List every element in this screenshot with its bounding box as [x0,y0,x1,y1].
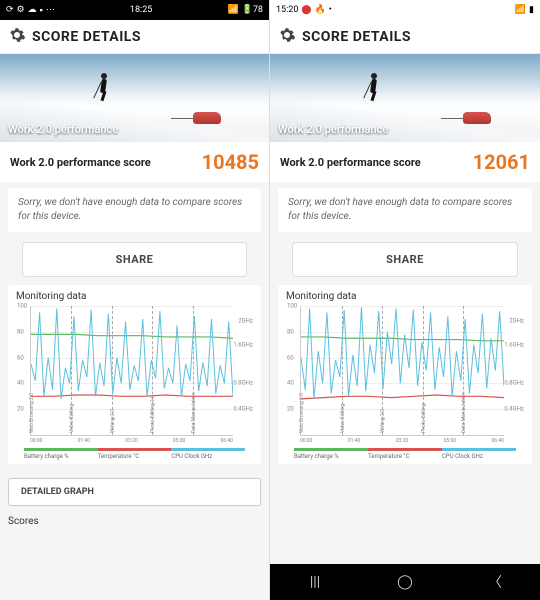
score-label: Work 2.0 performance score [280,156,421,169]
home-icon[interactable]: ◯ [393,574,417,590]
app-header: SCORE DETAILS [0,20,269,54]
hero-image: Work 2.0 performance [270,54,540,142]
cloud-icon: ☁ [28,5,37,15]
score-bar: Work 2.0 performance score 12061 [270,142,540,182]
android-navbar: ||| ◯ 〈 [270,564,540,600]
wifi-icon: 📶 [515,5,526,15]
clock: 15:20 [276,5,298,15]
monitoring-card: Monitoring data 204060801000.4GHz0.8GHz1… [8,285,261,464]
phone-right: 15:20 ⬤ 🔥 • 📶 ▮ SCORE DETAILS Work 2.0 p… [270,0,540,600]
app-header: SCORE DETAILS [270,20,540,54]
sync-icon: ⟳ [6,5,14,15]
monitoring-card: Monitoring data 204060801000.4GHz0.8GHz1… [278,285,532,464]
gear-icon[interactable] [8,26,26,48]
scores-heading: Scores [8,516,261,527]
more-icon: ⋯ [46,5,55,15]
share-button[interactable]: SHARE [22,242,247,277]
chart-legend: Battery charge %Temperature °CCPU Clock … [24,448,245,460]
info-message: Sorry, we don't have enough data to comp… [278,188,532,232]
page-title: SCORE DETAILS [32,29,141,45]
info-message: Sorry, we don't have enough data to comp… [8,188,261,232]
x-axis: 00:0001:4003:2005:0006:40 [30,438,233,444]
score-label: Work 2.0 performance score [10,156,151,169]
back-icon[interactable]: 〈 [483,572,507,592]
x-axis: 00:0001:4003:2005:0006:40 [300,438,504,444]
wifi-icon: 📶 [227,5,238,15]
settings-icon: ⚙ [17,5,25,15]
share-button[interactable]: SHARE [292,242,518,277]
hero-image: Work 2.0 performance [0,54,269,142]
app-icon: 🔥 [315,5,326,15]
hero-label: Work 2.0 performance [278,123,388,136]
chart-legend: Battery charge %Temperature °CCPU Clock … [294,448,516,460]
status-bar: 15:20 ⬤ 🔥 • 📶 ▮ [270,0,540,20]
dot-icon: • [329,5,332,15]
rec-icon: ⬤ [301,5,311,15]
score-value: 10485 [202,150,259,174]
recents-icon[interactable]: ||| [303,574,327,590]
msg-icon: ▪ [40,5,43,16]
clock: 18:25 [130,5,152,15]
monitoring-title: Monitoring data [286,291,524,302]
page-title: SCORE DETAILS [302,29,411,45]
detailed-graph-button[interactable]: DETAILED GRAPH [8,478,261,506]
status-bar: ⟳ ⚙ ☁ ▪ ⋯ 18:25 📶 🔋78 [0,0,269,20]
monitoring-title: Monitoring data [16,291,253,302]
battery-icon: ▮ [529,5,534,15]
hero-label: Work 2.0 performance [8,123,118,136]
score-bar: Work 2.0 performance score 10485 [0,142,269,182]
gear-icon[interactable] [278,26,296,48]
phone-left: ⟳ ⚙ ☁ ▪ ⋯ 18:25 📶 🔋78 SCORE DETAILS Work… [0,0,270,600]
battery-icon: 🔋78 [242,5,263,15]
monitoring-chart: 204060801000.4GHz0.8GHz1.6GHz2GHzWeb Bro… [300,306,504,436]
monitoring-chart: 204060801000.4GHz0.8GHz1.6GHz2GHzWeb Bro… [30,306,233,436]
score-value: 12061 [473,150,530,174]
